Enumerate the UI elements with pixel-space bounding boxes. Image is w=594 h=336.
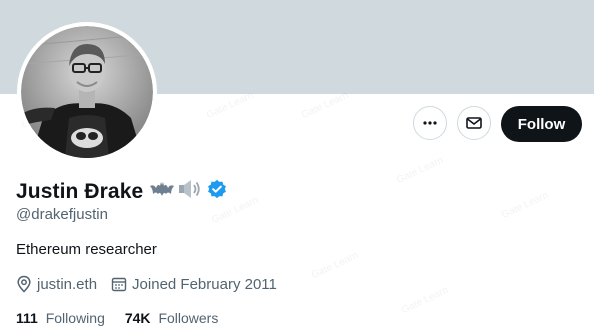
location-pin-icon bbox=[17, 275, 31, 293]
location-text: justin.eth bbox=[37, 275, 98, 293]
verified-badge-icon[interactable] bbox=[207, 179, 227, 204]
joined-item: Joined February 2011 bbox=[111, 276, 277, 293]
profile-meta: justin.eth Joined February 2011 bbox=[16, 275, 277, 293]
followers-link[interactable]: 74K Followers bbox=[125, 310, 218, 326]
envelope-icon bbox=[466, 117, 482, 129]
profile-name-row: Justin Ðrake bbox=[16, 178, 227, 205]
bat-icon bbox=[149, 180, 175, 203]
following-label: Following bbox=[45, 310, 105, 326]
watermark: Gate Learn bbox=[205, 89, 256, 122]
watermark: Gate Learn bbox=[300, 89, 351, 122]
watermark: Gate Learn bbox=[395, 154, 446, 187]
watermark: Gate Learn bbox=[500, 189, 551, 222]
watermark: Gate Learn bbox=[400, 284, 451, 317]
user-handle: @drakefjustin bbox=[16, 206, 108, 223]
profile-avatar[interactable] bbox=[17, 22, 157, 162]
avatar-photo bbox=[21, 26, 153, 158]
follow-button[interactable]: Follow bbox=[501, 106, 582, 142]
calendar-icon bbox=[111, 277, 127, 292]
location-item: justin.eth bbox=[16, 275, 97, 293]
more-button[interactable] bbox=[413, 106, 447, 140]
message-button[interactable] bbox=[457, 106, 491, 140]
joined-text: Joined February 2011 bbox=[132, 275, 277, 293]
profile-bio: Ethereum researcher bbox=[16, 241, 157, 258]
following-count: 111 bbox=[16, 310, 38, 326]
more-icon bbox=[423, 121, 437, 125]
display-name: Justin Ðrake bbox=[16, 179, 144, 203]
profile-stats: 111 Following 74K Followers bbox=[16, 310, 218, 326]
followers-count: 74K bbox=[124, 310, 151, 326]
followers-label: Followers bbox=[158, 310, 219, 326]
following-link[interactable]: 111 Following bbox=[16, 310, 105, 326]
speaker-icon bbox=[177, 178, 203, 205]
watermark: Gate Learn bbox=[310, 249, 361, 282]
